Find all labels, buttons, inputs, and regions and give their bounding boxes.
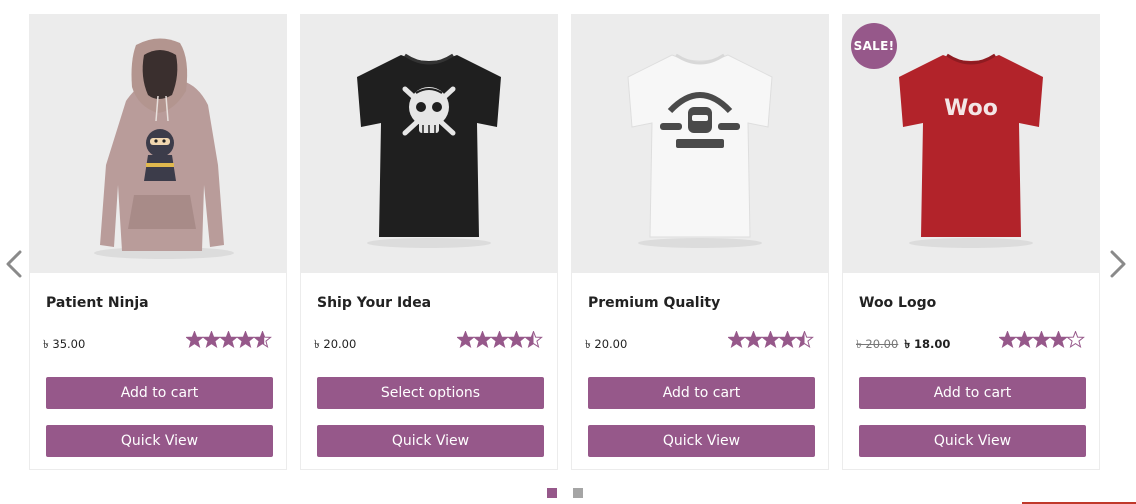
price-current: ৳ 20.00 <box>585 337 628 351</box>
product-card-patient-ninja: Patient Ninja ৳ 35.00 Add to cart Quick … <box>29 14 287 470</box>
carousel-prev-button[interactable] <box>2 246 26 282</box>
price-regular: ৳ 20.00 <box>856 337 899 351</box>
add-to-cart-button[interactable]: Add to cart <box>588 377 815 409</box>
product-price: ৳ 20.00 ৳ 18.00 <box>856 336 950 355</box>
price-current: ৳ 35.00 <box>43 337 86 351</box>
star-icon <box>203 331 220 347</box>
sale-badge: SALE! <box>851 23 897 69</box>
product-image[interactable] <box>30 15 286 273</box>
quick-view-button[interactable]: Quick View <box>859 425 1086 457</box>
rating-stars <box>728 331 814 349</box>
price-sale: ৳ 18.00 <box>904 337 951 351</box>
star-icon <box>220 331 237 347</box>
star-icon <box>457 331 474 347</box>
product-title[interactable]: Patient Ninja <box>46 295 149 311</box>
product-image[interactable] <box>301 15 557 273</box>
star-icon <box>779 331 796 347</box>
product-card-premium-quality: Premium Quality ৳ 20.00 Add to cart Quic… <box>571 14 829 470</box>
product-price: ৳ 20.00 <box>585 336 627 355</box>
product-carousel: Patient Ninja ৳ 35.00 Add to cart Quick … <box>0 0 1136 504</box>
product-title[interactable]: Woo Logo <box>859 295 936 311</box>
product-card-woo-logo: Woo SALE! Woo Logo ৳ 20.00 ৳ 18.00 Add to… <box>842 14 1100 470</box>
product-title[interactable]: Ship Your Idea <box>317 295 431 311</box>
pagination-dot-1[interactable] <box>547 488 557 498</box>
price-current: ৳ 20.00 <box>314 337 357 351</box>
carousel-next-button[interactable] <box>1106 246 1130 282</box>
rating-stars <box>186 331 272 349</box>
rating-stars <box>457 331 543 349</box>
quick-view-button[interactable]: Quick View <box>317 425 544 457</box>
star-icon <box>762 331 779 347</box>
star-icon <box>999 331 1016 347</box>
star-icon <box>474 331 491 347</box>
star-icon <box>237 331 254 347</box>
woo-print-graphic: Woo <box>944 96 998 121</box>
star-icon <box>1033 331 1050 347</box>
product-image[interactable] <box>572 15 828 273</box>
star-icon <box>508 331 525 347</box>
product-price: ৳ 20.00 <box>314 336 356 355</box>
product-card-ship-your-idea: Ship Your Idea ৳ 20.00 Select options Qu… <box>300 14 558 470</box>
star-icon <box>728 331 745 347</box>
star-icon <box>1050 331 1067 347</box>
quick-view-button[interactable]: Quick View <box>588 425 815 457</box>
star-icon <box>491 331 508 347</box>
product-price: ৳ 35.00 <box>43 336 85 355</box>
tshirt-image <box>357 53 501 248</box>
product-title[interactable]: Premium Quality <box>588 295 720 311</box>
hoodie-image <box>94 38 234 259</box>
select-options-button[interactable]: Select options <box>317 377 544 409</box>
add-to-cart-button[interactable]: Add to cart <box>46 377 273 409</box>
star-icon <box>745 331 762 347</box>
quick-view-button[interactable]: Quick View <box>46 425 273 457</box>
chevron-right-icon <box>1110 250 1126 278</box>
add-to-cart-button[interactable]: Add to cart <box>859 377 1086 409</box>
pagination-dot-2[interactable] <box>573 488 583 498</box>
star-outline-icon <box>1066 331 1085 349</box>
chevron-left-icon <box>6 250 22 278</box>
tshirt-image <box>627 53 773 248</box>
star-icon <box>1016 331 1033 347</box>
star-icon <box>186 331 203 347</box>
rating-stars <box>999 331 1085 349</box>
